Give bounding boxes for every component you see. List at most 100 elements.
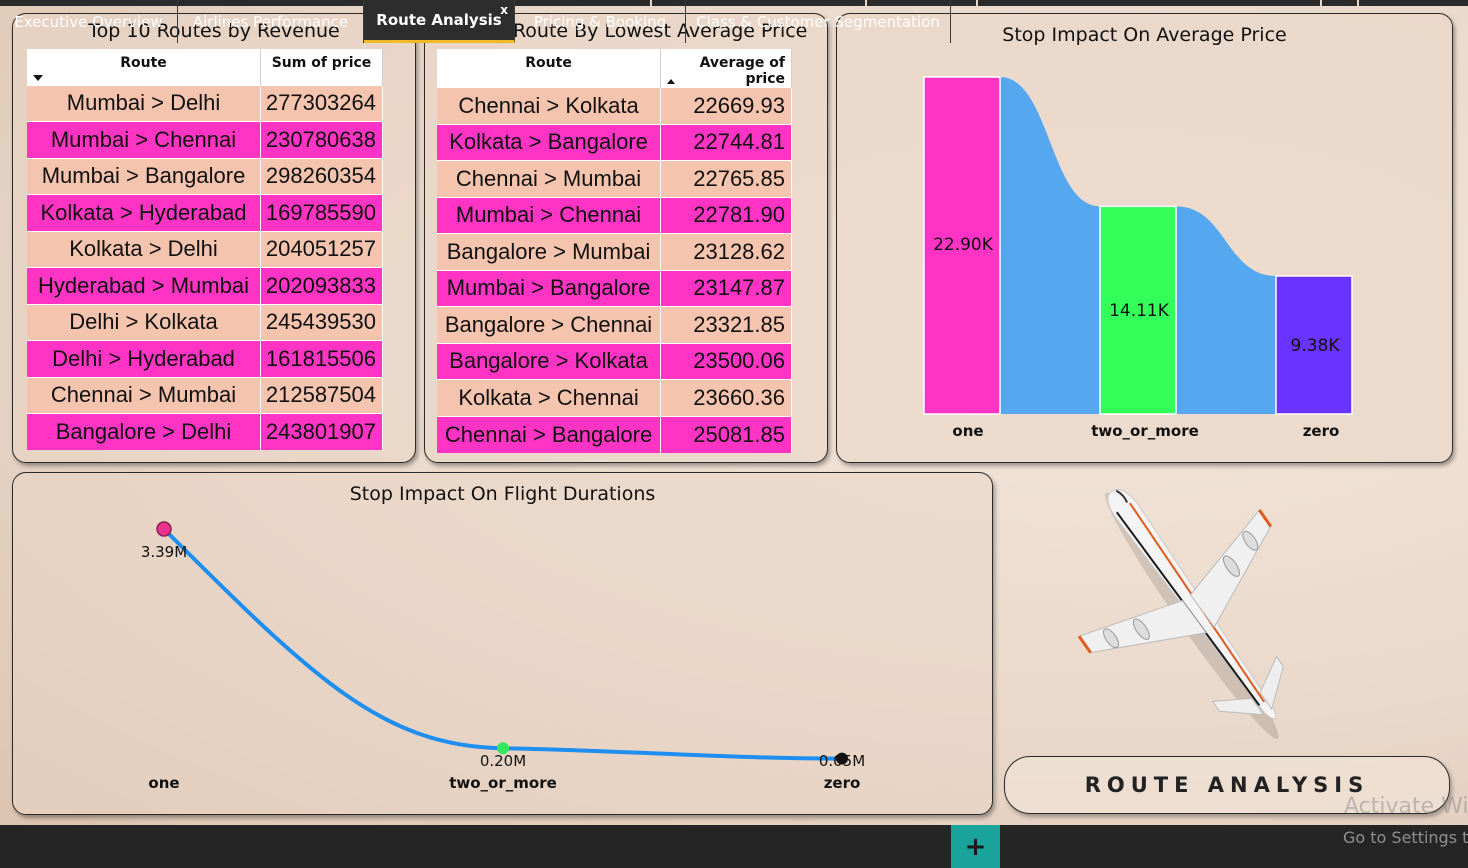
table-row[interactable]: Delhi > Kolkata 245439530 [27, 303, 383, 341]
bar-label-zero: 9.38K [1290, 336, 1340, 356]
tab-class-customer-segmentation[interactable]: Class & Customer Segmentation [686, 0, 951, 43]
duration-series-line[interactable] [162, 527, 843, 761]
route-cell: Kolkata > Delhi [27, 230, 262, 268]
table-row[interactable]: Chennai > Mumbai 22765.85 [437, 160, 792, 197]
point-label-one: 3.39M [140, 543, 188, 561]
table-row[interactable]: Kolkata > Delhi 204051257 [27, 230, 383, 268]
x-axis-label-one: one [148, 774, 180, 792]
average-price-cell: 22744.81 [660, 123, 792, 161]
price-table-card: Top 10 Route By Lowest Average Price Rou… [424, 13, 828, 463]
price-table[interactable]: Route Average of price Chennai > Kolkata… [437, 49, 792, 453]
route-cell: Bangalore > Mumbai [437, 233, 662, 270]
table-row[interactable]: Delhi > Hyderabad 161815506 [27, 340, 383, 377]
flight-duration-chart-card: Stop Impact On Flight Durations 3.39M 0.… [12, 472, 993, 815]
table-row[interactable]: Chennai > Mumbai 212587504 [27, 376, 383, 414]
route-cell: Mumbai > Chennai [437, 196, 662, 234]
route-cell: Hyderabad > Mumbai [27, 267, 262, 304]
table-row[interactable]: Mumbai > Bangalore 23147.87 [437, 269, 792, 307]
table-row[interactable]: Mumbai > Bangalore 298260354 [27, 157, 383, 195]
column-header-average-of-price[interactable]: Average of price [660, 49, 792, 88]
table-row[interactable]: Kolkata > Bangalore 22744.81 [437, 123, 792, 161]
table-row[interactable]: Bangalore > Chennai 23321.85 [437, 306, 792, 343]
x-axis-label-two-or-more: two_or_more [449, 774, 557, 792]
tab-pricing-booking[interactable]: Pricing & Booking [515, 0, 686, 43]
route-cell: Mumbai > Bangalore [437, 269, 662, 307]
table-row[interactable]: Bangalore > Mumbai 23128.62 [437, 233, 792, 270]
average-price-cell: 23147.87 [660, 269, 792, 307]
table-row[interactable]: Chennai > Bangalore 25081.85 [437, 415, 792, 453]
sum-of-price-cell: 243801907 [260, 413, 383, 450]
table-row[interactable]: Bangalore > Delhi 243801907 [27, 413, 383, 450]
airplane-image [1077, 488, 1284, 740]
average-price-cell: 23660.36 [660, 379, 792, 416]
close-tab-icon[interactable]: x [500, 3, 508, 17]
sum-of-price-cell: 212587504 [260, 376, 383, 414]
bar-label-two-or-more: 14.11K [1109, 301, 1169, 321]
plus-icon: + [964, 831, 987, 862]
route-cell: Delhi > Hyderabad [27, 340, 262, 377]
bar-label-one: 22.90K [933, 235, 993, 255]
sort-descending-icon[interactable] [33, 74, 43, 81]
route-cell: Mumbai > Bangalore [27, 157, 262, 195]
x-axis-label-one: one [952, 422, 984, 440]
x-axis-label-zero: zero [1302, 422, 1340, 440]
sum-of-price-cell: 169785590 [260, 194, 383, 231]
price-table-header: Route Average of price [437, 49, 792, 88]
sum-of-price-cell: 245439530 [260, 303, 383, 341]
route-cell: Bangalore > Kolkata [437, 342, 662, 380]
add-page-button[interactable]: + [951, 825, 1000, 868]
average-price-cell: 25081.85 [660, 415, 792, 453]
sum-of-price-cell: 277303264 [260, 84, 383, 122]
column-header-route[interactable]: Route [27, 49, 262, 85]
tab-executive-overview[interactable]: Executive Overview [0, 0, 178, 43]
route-cell: Chennai > Mumbai [27, 376, 262, 414]
route-cell: Mumbai > Delhi [27, 84, 262, 122]
revenue-table[interactable]: Route Sum of price Mumbai > Delhi 2773032… [27, 49, 383, 450]
route-cell: Kolkata > Hyderabad [27, 194, 262, 231]
route-cell: Bangalore > Delhi [27, 413, 262, 450]
average-price-cell: 22765.85 [660, 160, 792, 197]
ribbon-connector [1000, 77, 1100, 414]
avg-price-chart-card: Stop Impact On Average Price 22.90K 14.1… [836, 13, 1453, 463]
route-cell: Delhi > Kolkata [27, 303, 262, 341]
table-row[interactable]: Mumbai > Delhi 277303264 [27, 84, 383, 122]
table-row[interactable]: Chennai > Kolkata 22669.93 [437, 87, 792, 124]
sum-of-price-cell: 230780638 [260, 121, 383, 158]
revenue-table-card: Top 10 Routes by Revenue Route Sum of pr… [12, 13, 416, 463]
route-cell: Chennai > Kolkata [437, 87, 662, 124]
settings-watermark: Go to Settings t [1343, 828, 1468, 847]
average-price-cell: 22669.93 [660, 87, 792, 124]
sum-of-price-cell: 298260354 [260, 157, 383, 195]
table-row[interactable]: Mumbai > Chennai 22781.90 [437, 196, 792, 234]
average-price-cell: 23128.62 [660, 233, 792, 270]
revenue-table-header: Route Sum of price [27, 49, 383, 85]
average-price-cell: 23500.06 [660, 342, 792, 380]
table-row[interactable]: Kolkata > Hyderabad 169785590 [27, 194, 383, 231]
table-row[interactable]: Kolkata > Chennai 23660.36 [437, 379, 792, 416]
route-cell: Chennai > Mumbai [437, 160, 662, 197]
sum-of-price-cell: 204051257 [260, 230, 383, 268]
ribbon-connector [1176, 206, 1276, 414]
table-row[interactable]: Mumbai > Chennai 230780638 [27, 121, 383, 158]
average-price-cell: 22781.90 [660, 196, 792, 234]
column-header-route[interactable]: Route [437, 49, 662, 88]
x-axis-label-zero: zero [823, 774, 861, 792]
marker-one[interactable] [156, 521, 172, 537]
tab-airlines-performance[interactable]: Airlines Performance [178, 0, 364, 43]
tab-route-analysis[interactable]: Route Analysis x [364, 0, 515, 43]
route-cell: Kolkata > Bangalore [437, 123, 662, 161]
table-row[interactable]: Bangalore > Kolkata 23500.06 [437, 342, 792, 380]
table-row[interactable]: Hyderabad > Mumbai 202093833 [27, 267, 383, 304]
route-cell: Kolkata > Chennai [437, 379, 662, 416]
point-label-zero: 0.05M [818, 752, 866, 770]
activation-watermark: Activate Wi [1344, 794, 1468, 819]
route-cell: Bangalore > Chennai [437, 306, 662, 343]
sum-of-price-cell: 161815506 [260, 340, 383, 377]
sum-of-price-cell: 202093833 [260, 267, 383, 304]
route-cell: Mumbai > Chennai [27, 121, 262, 158]
column-header-sum-of-price[interactable]: Sum of price [260, 49, 383, 85]
page-tab-bar [0, 825, 1468, 868]
sort-ascending-icon[interactable] [667, 79, 676, 84]
average-price-cell: 23321.85 [660, 306, 792, 343]
route-cell: Chennai > Bangalore [437, 415, 662, 453]
